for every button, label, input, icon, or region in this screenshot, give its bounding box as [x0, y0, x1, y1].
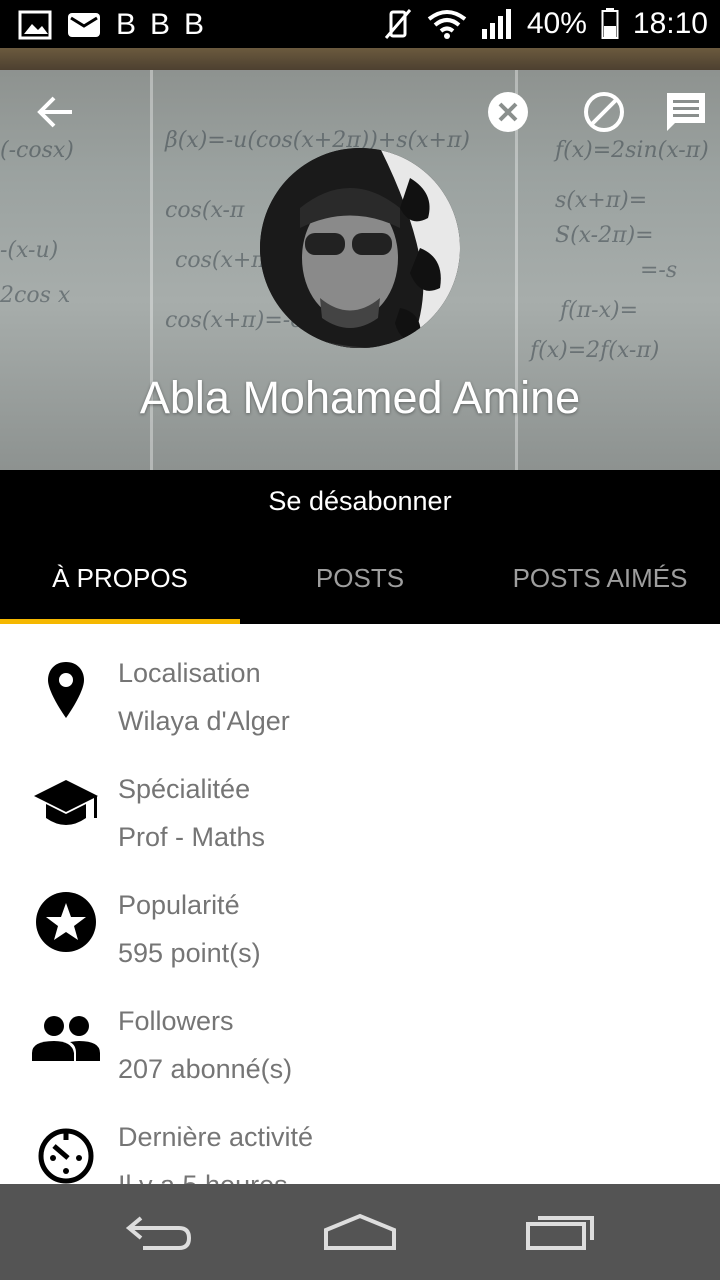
- cover-scribble: cos(x-π: [165, 198, 245, 223]
- nav-back-button[interactable]: [110, 1202, 210, 1262]
- info-last-activity: Dernière activité Il y a 5 heures: [0, 1088, 720, 1184]
- info-label: Spécialitée: [118, 774, 251, 804]
- info-value: 595 point(s): [118, 938, 261, 968]
- battery-percent: 40%: [526, 7, 587, 40]
- cover-scribble: -(x-u): [0, 238, 59, 263]
- close-circle-icon: [488, 92, 528, 132]
- graduation-cap-icon: [30, 770, 102, 842]
- nav-home-button[interactable]: [310, 1202, 410, 1262]
- mail-icon: [68, 13, 100, 37]
- cover-scribble: f(π-x)=: [560, 298, 639, 323]
- info-label: Dernière activité: [118, 1122, 314, 1152]
- block-button[interactable]: [576, 84, 632, 140]
- remove-button[interactable]: [480, 84, 536, 140]
- message-button[interactable]: [658, 84, 714, 140]
- cover-scribble: f(x)=2f(x-π): [530, 338, 660, 363]
- info-label: Popularité: [118, 890, 240, 920]
- info-value: Il y a 5 heures: [118, 1170, 288, 1184]
- profile-header: (-cosx) β(x)=-u(cos(x+2π))+s(x+π) f(x)=2…: [0, 48, 720, 470]
- back-button[interactable]: [28, 84, 84, 140]
- info-speciality: Spécialitée Prof - Maths: [0, 740, 720, 856]
- avatar-photo: [260, 148, 460, 348]
- cover-scribble: s(x+π)=: [555, 188, 648, 213]
- about-list: Localisation Wilaya d'Alger Spécialitée …: [0, 624, 720, 1184]
- cover-scribble: β(x)=-u(cos(x+2π))+s(x+π): [165, 128, 471, 153]
- cover-scribble: cos(x+π: [175, 248, 266, 273]
- unsubscribe-button[interactable]: Se désabonner: [0, 470, 720, 532]
- profile-tabs: À PROPOS POSTS POSTS AIMÉS: [0, 532, 720, 624]
- star-icon: [30, 886, 102, 958]
- battery-icon: [601, 8, 619, 39]
- info-followers: Followers 207 abonné(s): [0, 972, 720, 1088]
- info-label: Localisation: [118, 658, 261, 688]
- cover-scribble: =-s: [640, 258, 678, 283]
- clock: 18:10: [632, 7, 708, 40]
- info-value: Wilaya d'Alger: [118, 706, 290, 736]
- notification-letter: B: [150, 8, 171, 41]
- info-label: Followers: [118, 1006, 234, 1036]
- location-pin-icon: [30, 654, 102, 726]
- notification-letter: B: [184, 8, 205, 41]
- cover-frame: [0, 48, 720, 70]
- gallery-icon: [18, 10, 52, 40]
- avatar[interactable]: [260, 148, 460, 348]
- profile-name: Abla Mohamed Amine: [139, 372, 581, 423]
- block-icon: [584, 92, 624, 132]
- nav-recents-button[interactable]: [510, 1202, 610, 1262]
- cover-scribble: f(x)=2sin(x-π): [555, 138, 709, 163]
- cover-scribble: 2cos x: [0, 283, 71, 308]
- tab-about[interactable]: À PROPOS: [0, 532, 240, 624]
- info-popularity: Popularité 595 point(s): [0, 856, 720, 972]
- arrow-left-icon: [37, 96, 72, 128]
- people-icon: [30, 1002, 102, 1074]
- message-icon: [667, 93, 705, 131]
- system-nav-bar: [0, 1184, 720, 1280]
- tab-liked-posts[interactable]: POSTS AIMÉS: [480, 532, 720, 624]
- recents-icon: [526, 1216, 594, 1250]
- signal-icon: [481, 9, 511, 39]
- wifi-icon: [427, 10, 467, 39]
- info-location: Localisation Wilaya d'Alger: [0, 624, 720, 740]
- timer-icon: [30, 1118, 102, 1184]
- cover-scribble: S(x-2π)=: [555, 223, 654, 248]
- status-bar: B B B 40% 18:10: [0, 0, 720, 48]
- tab-posts[interactable]: POSTS: [240, 532, 480, 624]
- notification-letter: B: [116, 8, 137, 41]
- info-value: 207 abonné(s): [118, 1054, 293, 1084]
- home-icon: [324, 1213, 396, 1250]
- cover-scribble: (-cosx): [0, 138, 74, 163]
- vibrate-off-icon: [384, 9, 412, 39]
- info-value: Prof - Maths: [118, 822, 266, 852]
- back-arrow-icon: [125, 1216, 192, 1250]
